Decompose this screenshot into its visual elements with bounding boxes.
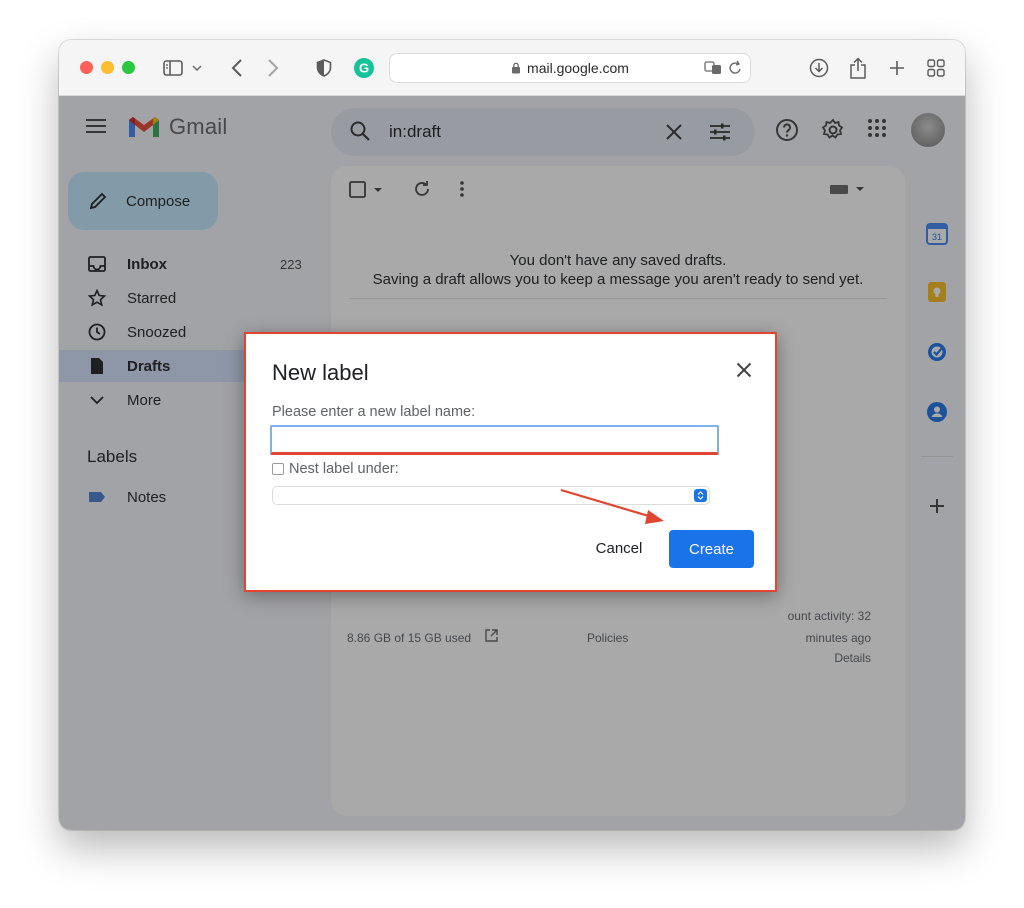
url-text: mail.google.com [527,60,629,76]
privacy-shield-icon[interactable] [312,56,336,80]
close-window-button[interactable] [80,61,93,74]
reload-icon[interactable] [728,60,742,79]
zoom-window-button[interactable] [122,61,135,74]
close-icon[interactable] [732,358,756,382]
new-label-dialog: New label Please enter a new label name:… [244,332,777,592]
cancel-button[interactable]: Cancel [582,530,656,566]
tab-overview-icon[interactable] [924,56,948,80]
downloads-icon[interactable] [807,56,831,80]
dialog-title: New label [272,360,369,385]
translate-icon[interactable] [704,60,722,79]
browser-toolbar: G mail.google.com [59,40,965,96]
parent-label-select[interactable] [272,486,710,505]
label-name-prompt: Please enter a new label name: [272,404,476,420]
address-bar[interactable]: mail.google.com [389,53,751,83]
select-arrows-icon [694,489,707,502]
new-tab-icon[interactable] [885,56,909,80]
back-icon[interactable] [225,56,249,80]
nest-label-checkbox[interactable] [272,463,284,475]
share-icon[interactable] [846,56,870,80]
nest-label-row[interactable]: Nest label under: [272,461,399,477]
nest-label-text: Nest label under: [289,461,399,477]
label-name-input[interactable] [270,425,719,455]
chevron-down-icon[interactable] [189,56,205,80]
minimize-window-button[interactable] [101,61,114,74]
sidebar-toggle-icon[interactable] [161,56,185,80]
create-button[interactable]: Create [669,530,754,568]
grammarly-extension-icon[interactable]: G [352,56,376,80]
lock-icon [511,62,521,74]
forward-icon[interactable] [261,56,285,80]
svg-text:G: G [359,61,369,76]
